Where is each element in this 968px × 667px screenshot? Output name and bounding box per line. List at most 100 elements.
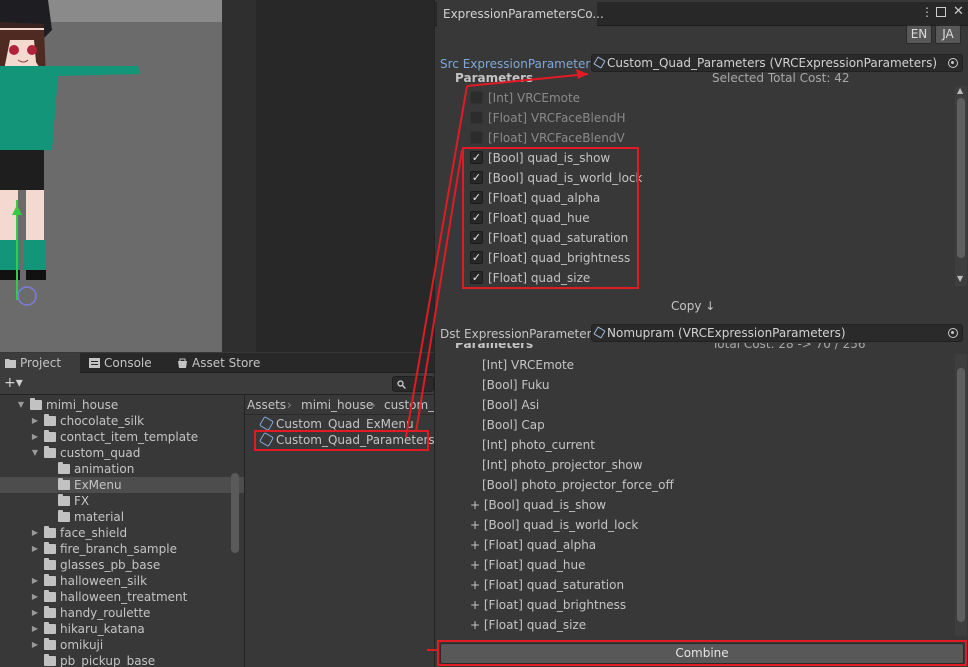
chevron-right-icon[interactable]: ▶ <box>30 525 40 541</box>
object-picker-icon[interactable] <box>948 328 958 338</box>
src-param-row[interactable]: [Float] VRCFaceBlendH <box>448 108 948 128</box>
tab-project[interactable]: Project <box>0 353 80 373</box>
tree-scrollbar[interactable] <box>231 473 239 553</box>
close-icon[interactable]: ✕ <box>953 4 964 19</box>
scroll-up-icon[interactable]: ▲ <box>957 86 963 95</box>
param-checkbox[interactable] <box>470 131 483 144</box>
src-scrollbar[interactable]: ▲ ▼ <box>955 86 967 286</box>
lang-en-button[interactable]: EN <box>906 25 932 44</box>
tree-item[interactable]: ▶ face_shield <box>0 525 244 541</box>
project-panel: Project Console Asset Store +▾ ▼ mimi_hou… <box>0 353 442 667</box>
tree-item-label: halloween_silk <box>60 574 148 588</box>
folder-icon <box>44 606 56 618</box>
folder-icon <box>44 414 56 426</box>
scroll-thumb[interactable] <box>957 98 965 258</box>
param-label: [Float] quad_size <box>483 618 587 632</box>
dst-param-row: + [Float] quad_brightness <box>470 595 626 615</box>
param-label: [Bool] photo_projector_force_off <box>482 478 674 492</box>
src-param-row[interactable]: [Float] VRCFaceBlendV <box>448 128 948 148</box>
folder-icon <box>44 654 56 666</box>
chevron-right-icon[interactable]: ▶ <box>30 589 40 605</box>
tree-item[interactable]: ▶ halloween_silk <box>0 573 244 589</box>
tree-item[interactable]: ▶ fire_branch_sample <box>0 541 244 557</box>
tree-item[interactable]: pb_pickup_base <box>0 653 244 667</box>
param-label: [Float] quad_hue <box>483 558 586 572</box>
param-label: [Int] VRCEmote <box>488 91 581 105</box>
tree-item[interactable]: FX <box>0 493 244 509</box>
tree-item-label: custom_quad <box>60 446 141 460</box>
dst-param-row: [Int] VRCEmote <box>482 355 574 375</box>
chevron-right-icon[interactable]: ▶ <box>30 573 40 589</box>
tree-item[interactable]: ▶ contact_item_template <box>0 429 244 445</box>
tree-item[interactable]: animation <box>0 461 244 477</box>
empty-panel <box>222 0 434 352</box>
scroll-thumb[interactable] <box>957 368 965 622</box>
param-checkbox[interactable] <box>470 91 483 104</box>
asset-icon <box>593 56 606 69</box>
chevron-down-icon[interactable]: ▼ <box>30 445 40 461</box>
breadcrumb-assets[interactable]: Assets <box>247 395 286 415</box>
breadcrumb-mimi-house[interactable]: mimi_house <box>301 395 373 415</box>
tree-item[interactable]: ▶ omikuji <box>0 637 244 653</box>
breadcrumb-separator: › <box>287 398 292 412</box>
added-marker: + <box>470 518 484 532</box>
tree-item-label: chocolate_silk <box>60 414 145 428</box>
tree-item-label: material <box>74 510 125 524</box>
folder-icon <box>5 359 16 368</box>
store-icon <box>178 358 187 368</box>
tree-item[interactable]: material <box>0 509 244 525</box>
chevron-right-icon[interactable]: ▶ <box>30 637 40 653</box>
maximize-icon[interactable] <box>936 7 946 17</box>
copy-button[interactable]: Copy ↓ <box>671 298 715 314</box>
tree-item-label: hikaru_katana <box>60 622 145 636</box>
chevron-right-icon[interactable]: ▶ <box>30 605 40 621</box>
chevron-right-icon[interactable]: ▶ <box>30 429 40 445</box>
folder-icon <box>58 494 70 506</box>
chevron-right-icon[interactable]: ▶ <box>30 541 40 557</box>
chevron-down-icon[interactable]: ▼ <box>16 397 26 413</box>
folder-icon <box>44 430 56 442</box>
dst-param-row: [Bool] photo_projector_force_off <box>482 475 674 495</box>
added-marker: + <box>470 578 484 592</box>
highlight-box-params <box>462 147 639 289</box>
tree-item[interactable]: ▼ custom_quad <box>0 445 244 461</box>
tree-item[interactable]: glasses_pb_base <box>0 557 244 573</box>
tab-project-label: Project <box>20 356 62 370</box>
folder-icon <box>58 478 70 490</box>
dst-scrollbar[interactable] <box>955 354 967 636</box>
src-param-row[interactable]: [Int] VRCEmote <box>448 88 948 108</box>
asset-icon <box>258 415 275 432</box>
chevron-right-icon[interactable]: ▶ <box>30 413 40 429</box>
dst-object-field[interactable]: Nomupram (VRCExpressionParameters) <box>591 324 963 342</box>
scroll-down-icon[interactable]: ▼ <box>957 274 963 283</box>
more-options-icon[interactable]: ⋮ <box>921 5 933 19</box>
tree-item[interactable]: ▶ chocolate_silk <box>0 413 244 429</box>
param-checkbox[interactable] <box>470 111 483 124</box>
tree-item-label: mimi_house <box>46 398 119 412</box>
lang-ja-button[interactable]: JA <box>935 25 961 44</box>
tree-item[interactable]: ▶ halloween_treatment <box>0 589 244 605</box>
tree-item-label: contact_item_template <box>60 430 199 444</box>
asset-icon <box>593 326 606 339</box>
tab-console[interactable]: Console <box>84 353 170 373</box>
scene-view[interactable] <box>0 0 222 352</box>
tab-asset-store[interactable]: Asset Store <box>172 353 272 373</box>
object-picker-icon[interactable] <box>948 58 958 68</box>
window-tab[interactable]: ExpressionParametersCo... <box>437 2 604 26</box>
create-button[interactable]: +▾ <box>4 375 23 391</box>
folder-icon <box>44 622 56 634</box>
tree-item[interactable]: ExMenu <box>0 477 244 493</box>
tree-item[interactable]: ▶ handy_roulette <box>0 605 244 621</box>
chevron-right-icon[interactable]: ▶ <box>30 621 40 637</box>
search-input[interactable] <box>392 376 434 392</box>
folder-icon <box>44 574 56 586</box>
param-label: [Int] VRCEmote <box>482 358 575 372</box>
folder-icon <box>30 398 42 410</box>
param-label: [Float] quad_saturation <box>483 578 625 592</box>
tree-item[interactable]: ▶ hikaru_katana <box>0 621 244 637</box>
tree-item[interactable]: ▼ mimi_house <box>0 397 244 413</box>
tree-item-label: animation <box>74 462 135 476</box>
window-header: ExpressionParametersCo... ⋮ ✕ <box>435 2 968 26</box>
added-marker: + <box>470 598 484 612</box>
dst-object-value: Nomupram (VRCExpressionParameters) <box>607 326 846 340</box>
